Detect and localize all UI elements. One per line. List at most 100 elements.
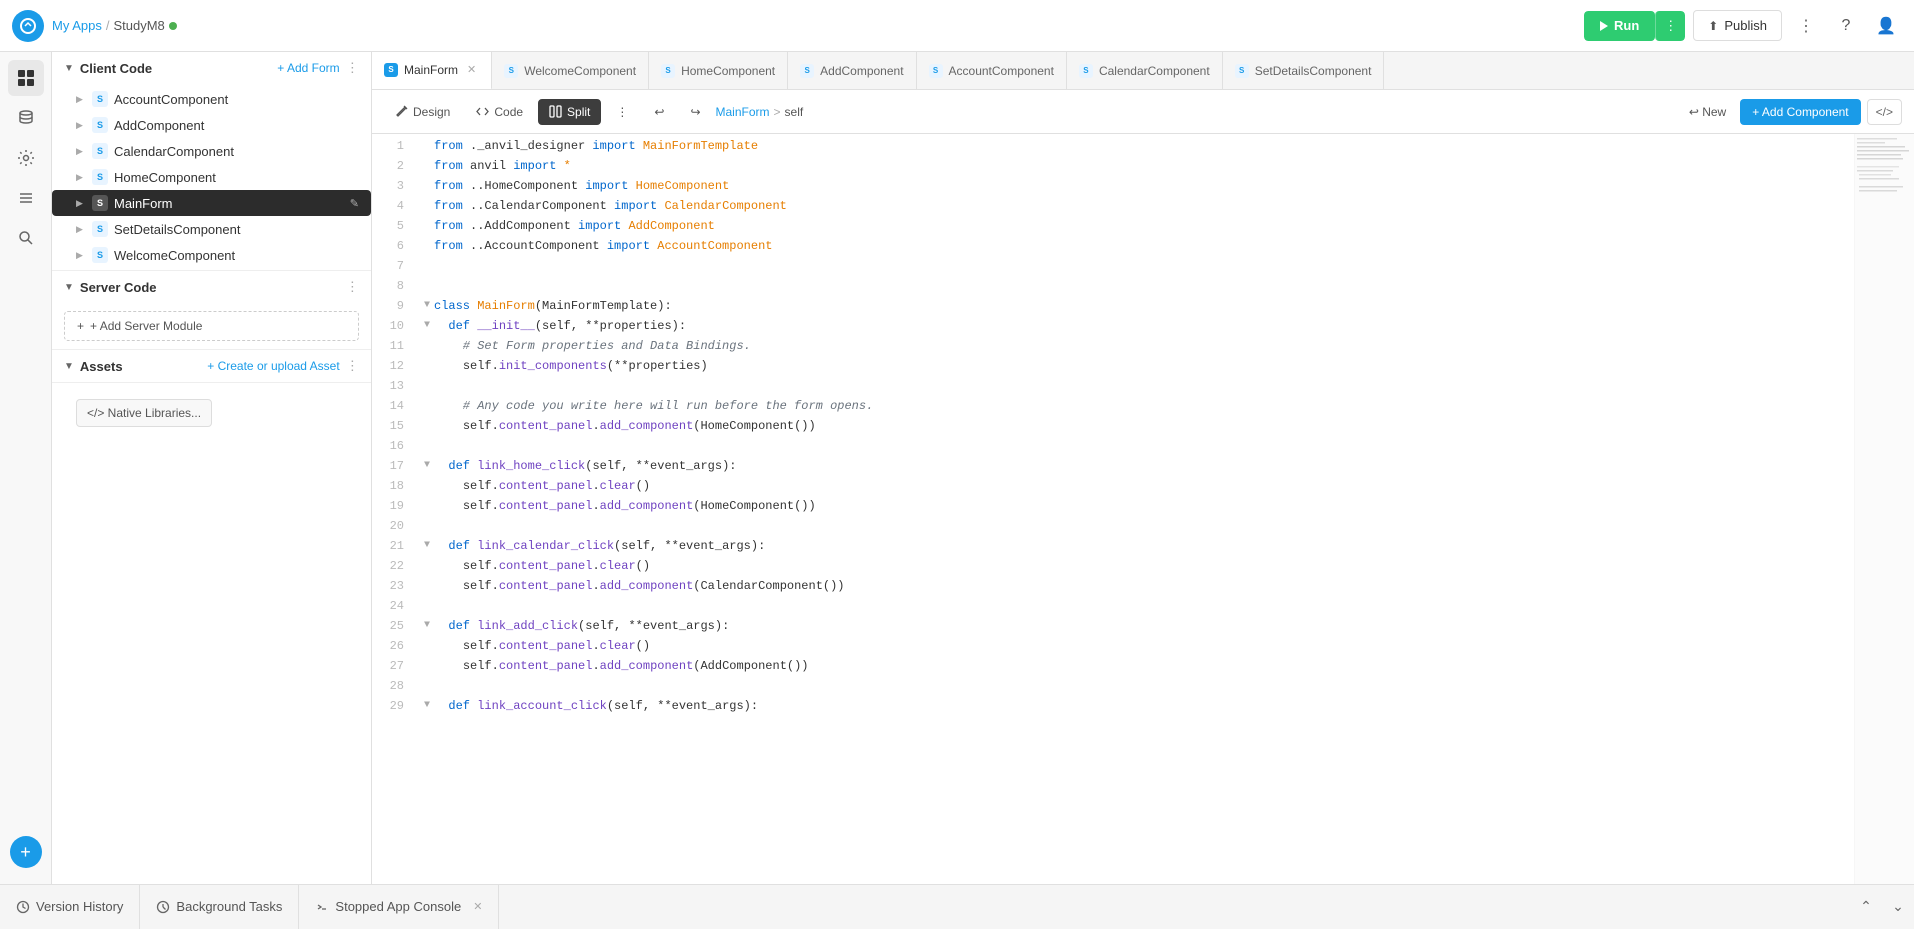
stopped-app-console-label: Stopped App Console <box>335 899 461 914</box>
assets-menu[interactable]: ⋮ <box>346 358 359 374</box>
design-button[interactable]: Design <box>384 99 461 125</box>
help-button[interactable]: ? <box>1830 10 1862 42</box>
file-item-main[interactable]: ▶ S MainForm ✎ <box>52 190 371 216</box>
fold-button[interactable]: ▼ <box>420 456 434 476</box>
toolbar-right: ↩ New + Add Component </> <box>1681 99 1902 125</box>
create-asset-button[interactable]: + Create or upload Asset <box>207 359 339 373</box>
code-line-5: from ..AddComponent import AddComponent <box>420 216 1846 236</box>
topbar-menu-button[interactable]: ⋮ <box>1790 10 1822 42</box>
new-button[interactable]: ↩ New <box>1681 101 1734 123</box>
bottom-tab-console[interactable]: Stopped App Console ✕ <box>299 885 499 929</box>
sidebar-icon-settings[interactable] <box>8 140 44 176</box>
my-apps-link[interactable]: My Apps <box>52 18 102 33</box>
run-label: Run <box>1614 18 1639 33</box>
server-code-menu[interactable]: ⋮ <box>346 279 359 295</box>
file-icon: S <box>92 91 108 107</box>
code-line-3: from ..HomeComponent import HomeComponen… <box>420 176 1846 196</box>
code-line-11: # Set Form properties and Data Bindings. <box>420 336 1846 356</box>
file-item-home[interactable]: ▶ S HomeComponent <box>52 164 371 190</box>
fold-button[interactable]: ▼ <box>420 296 434 316</box>
tab-mainform[interactable]: S MainForm ✕ <box>372 52 492 90</box>
tab-label: SetDetailsComponent <box>1255 64 1372 78</box>
user-avatar[interactable]: 👤 <box>1870 10 1902 42</box>
sidebar-icon-grid[interactable] <box>8 60 44 96</box>
breadcrumb-sep: > <box>774 105 781 119</box>
code-line-25: ▼ def link_add_click(self, **event_args)… <box>420 616 1846 636</box>
expand-arrow: ▶ <box>76 224 86 235</box>
bottom-tab-version-history[interactable]: Version History <box>0 885 140 929</box>
assets-header[interactable]: ▼ Assets + Create or upload Asset ⋮ <box>52 350 371 382</box>
server-code-header[interactable]: ▼ Server Code ⋮ <box>52 271 371 303</box>
code-line-20 <box>420 516 1846 536</box>
undo-button[interactable]: ↩ <box>643 99 675 125</box>
expand-arrow: ▶ <box>76 172 86 183</box>
add-server-module-button[interactable]: + + Add Server Module <box>64 311 359 341</box>
file-item-calendar[interactable]: ▶ S CalendarComponent <box>52 138 371 164</box>
tab-welcome[interactable]: S WelcomeComponent <box>492 52 649 90</box>
toggle-code-button[interactable]: </> <box>1867 99 1902 125</box>
client-code-menu[interactable]: ⋮ <box>346 60 359 76</box>
fold-button[interactable]: ▼ <box>420 316 434 336</box>
add-form-button[interactable]: + Add Form <box>277 61 339 75</box>
run-button[interactable]: Run <box>1584 11 1655 41</box>
main-layout: + ▼ Client Code + Add Form ⋮ ▶ S Account… <box>0 52 1914 884</box>
console-close-button[interactable]: ✕ <box>473 900 482 913</box>
expand-arrow: ▶ <box>76 94 86 105</box>
code-line-15: self.content_panel.add_component(HomeCom… <box>420 416 1846 436</box>
fold-button[interactable]: ▼ <box>420 536 434 556</box>
file-item-add[interactable]: ▶ S AddComponent <box>52 112 371 138</box>
file-item-welcome[interactable]: ▶ S WelcomeComponent <box>52 242 371 268</box>
code-editor[interactable]: 1234567891011121314151617181920212223242… <box>372 134 1854 884</box>
native-libraries-section: </> Native Libraries... <box>52 383 371 443</box>
run-group: Run ⋮ <box>1584 11 1685 41</box>
tab-home[interactable]: S HomeComponent <box>649 52 788 90</box>
file-item-setdetails[interactable]: ▶ S SetDetailsComponent <box>52 216 371 242</box>
add-new-button[interactable]: + <box>10 836 42 868</box>
tab-close-mainform[interactable]: ✕ <box>464 62 479 77</box>
publish-button[interactable]: ⬆ Publish <box>1693 10 1782 41</box>
code-line-27: self.content_panel.add_component(AddComp… <box>420 656 1846 676</box>
add-component-button[interactable]: + Add Component <box>1740 99 1860 125</box>
sidebar-icon-search[interactable] <box>8 220 44 256</box>
tab-setdetails[interactable]: S SetDetailsComponent <box>1223 52 1385 90</box>
minimap <box>1854 134 1914 884</box>
tab-icon: S <box>1235 64 1249 78</box>
tab-label: MainForm <box>404 63 458 77</box>
code-line-10: ▼ def __init__(self, **properties): <box>420 316 1846 336</box>
code-editor-wrapper: 1234567891011121314151617181920212223242… <box>372 134 1914 884</box>
bottom-tab-background-tasks[interactable]: Background Tasks <box>140 885 299 929</box>
run-menu-button[interactable]: ⋮ <box>1655 11 1685 41</box>
code-line-16 <box>420 436 1846 456</box>
tab-add[interactable]: S AddComponent <box>788 52 916 90</box>
tab-account[interactable]: S AccountComponent <box>917 52 1067 90</box>
code-line-19: self.content_panel.add_component(HomeCom… <box>420 496 1846 516</box>
expand-arrow: ▶ <box>76 120 86 131</box>
more-menu-button[interactable]: ⋮ <box>605 99 639 125</box>
code-line-7 <box>420 256 1846 276</box>
background-tasks-label: Background Tasks <box>176 899 282 914</box>
tab-icon: S <box>504 64 518 78</box>
expand-arrow: ▶ <box>76 250 86 261</box>
file-name: HomeComponent <box>114 170 359 185</box>
tab-calendar[interactable]: S CalendarComponent <box>1067 52 1223 90</box>
native-libraries-button[interactable]: </> Native Libraries... <box>76 399 212 427</box>
code-button[interactable]: Code <box>465 99 534 125</box>
client-code-header[interactable]: ▼ Client Code + Add Form ⋮ <box>52 52 371 84</box>
split-button[interactable]: Split <box>538 99 601 125</box>
fold-button[interactable]: ▼ <box>420 696 434 716</box>
sidebar-icon-list[interactable] <box>8 180 44 216</box>
redo-button[interactable]: ↪ <box>679 99 711 125</box>
bottom-collapse-button[interactable]: ⌃ <box>1850 891 1882 923</box>
plus-icon: + <box>77 319 84 333</box>
fold-button[interactable]: ▼ <box>420 616 434 636</box>
tab-icon: S <box>1079 64 1093 78</box>
file-item-account[interactable]: ▶ S AccountComponent <box>52 86 371 112</box>
file-name: AddComponent <box>114 118 359 133</box>
publish-label: Publish <box>1724 18 1767 33</box>
server-code-title: Server Code <box>80 280 340 295</box>
bottom-expand-button[interactable]: ⌄ <box>1882 891 1914 923</box>
editor-breadcrumb: MainForm > self <box>716 105 804 119</box>
tab-label: WelcomeComponent <box>524 64 636 78</box>
sidebar-icon-database[interactable] <box>8 100 44 136</box>
file-name: MainForm <box>114 196 344 211</box>
